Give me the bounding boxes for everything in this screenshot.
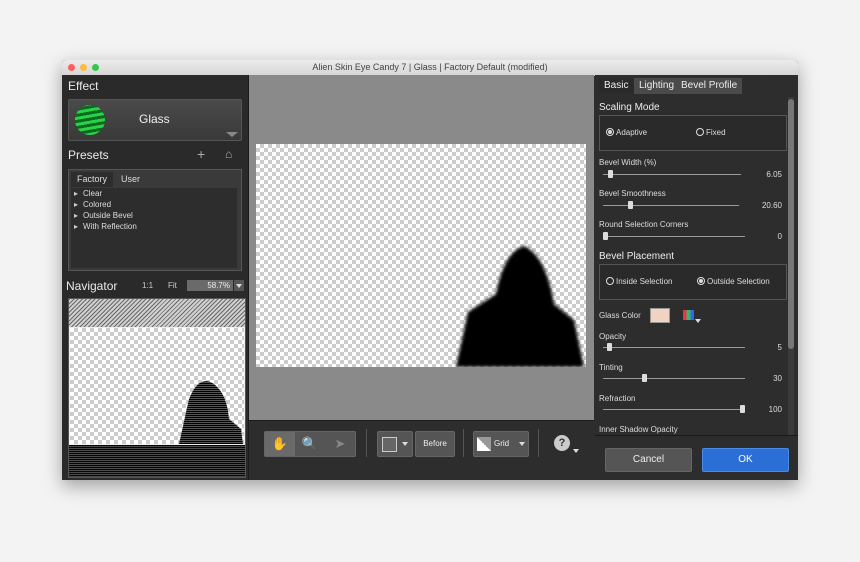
bevel-smoothness-thumb[interactable] (628, 201, 633, 209)
dialog-buttons: Cancel OK (595, 435, 798, 480)
preset-item-colored[interactable]: Colored (71, 199, 237, 210)
cancel-button[interactable]: Cancel (605, 448, 692, 472)
bevel-width-slider[interactable] (603, 170, 741, 178)
hand-tool-icon[interactable]: ✋ (265, 432, 295, 456)
tinting-slider[interactable] (603, 374, 745, 382)
bevel-smoothness-label: Bevel Smoothness (599, 189, 666, 198)
tinting-value[interactable]: 30 (773, 374, 782, 383)
bevel-placement-group: Inside Selection Outside Selection (599, 264, 787, 300)
settings-panel: Basic Lighting Bevel Profile Scaling Mod… (595, 75, 798, 480)
glass-color-label: Glass Color (599, 311, 641, 320)
arrow-tool-icon[interactable]: ➤ (325, 432, 355, 456)
effect-selector[interactable]: Glass (68, 99, 242, 141)
tool-group: ✋ 🔍 ➤ (264, 431, 356, 457)
preview-toolbar: ✋ 🔍 ➤ Before Grid ? (249, 420, 594, 480)
opacity-thumb[interactable] (607, 343, 612, 351)
left-panel: Effect Glass Presets + ⌂ Factory User Cl… (62, 75, 249, 480)
scaling-mode-group: Adaptive Fixed (599, 115, 787, 151)
toolbar-divider (463, 429, 464, 457)
preset-item-clear[interactable]: Clear (71, 188, 237, 199)
refraction-thumb[interactable] (740, 405, 745, 413)
color-picker-icon[interactable] (683, 310, 694, 320)
settings-scrollbar[interactable] (788, 97, 794, 435)
round-corners-label: Round Selection Corners (599, 220, 689, 229)
preset-list: Clear Colored Outside Bevel With Reflect… (71, 188, 237, 268)
bevel-smoothness-value[interactable]: 20.60 (762, 201, 782, 210)
grid-selector[interactable]: Grid (473, 431, 529, 457)
round-corners-thumb[interactable] (603, 232, 608, 240)
refraction-slider[interactable] (603, 405, 745, 413)
window-title: Alien Skin Eye Candy 7 | Glass | Factory… (312, 62, 548, 72)
grid-label: Grid (494, 439, 510, 448)
zoom-tool-icon[interactable]: 🔍 (295, 432, 325, 456)
grid-icon (477, 437, 491, 451)
tab-user[interactable]: User (115, 172, 147, 187)
zoom-field[interactable]: 58.7% (187, 280, 233, 291)
title-bar: Alien Skin Eye Candy 7 | Glass | Factory… (62, 60, 798, 76)
glass-effect-icon (75, 105, 105, 135)
effect-label: Glass (139, 112, 170, 126)
app-window: Alien Skin Eye Candy 7 | Glass | Factory… (62, 60, 798, 480)
add-preset-icon[interactable]: + (197, 146, 205, 162)
toolbar-divider (538, 429, 539, 457)
navigator-heading: Navigator (66, 279, 118, 293)
preview-area[interactable] (249, 75, 594, 420)
presets-panel: Factory User Clear Colored Outside Bevel… (68, 169, 242, 271)
glass-color-swatch[interactable] (650, 308, 670, 323)
preset-item-with-reflection[interactable]: With Reflection (71, 221, 237, 232)
scroll-thumb[interactable] (788, 99, 794, 349)
silhouette-shape (456, 246, 584, 367)
dropdown-arrow-icon (226, 132, 238, 137)
chevron-down-icon (519, 442, 525, 446)
radio-adaptive[interactable]: Adaptive (606, 128, 647, 137)
tinting-thumb[interactable] (642, 374, 647, 382)
navigator-header: Navigator 1:1 Fit 58.7% (62, 278, 248, 294)
effect-heading: Effect (68, 79, 99, 93)
round-corners-value[interactable]: 0 (778, 232, 782, 241)
refraction-value[interactable]: 100 (769, 405, 782, 414)
preset-item-outside-bevel[interactable]: Outside Bevel (71, 210, 237, 221)
bevel-smoothness-slider[interactable] (603, 201, 739, 209)
tab-bevel-profile[interactable]: Bevel Profile (676, 78, 743, 94)
tab-lighting[interactable]: Lighting (634, 78, 680, 94)
toolbar-divider (366, 429, 367, 457)
inner-shadow-opacity-label: Inner Shadow Opacity (599, 425, 678, 434)
tab-factory[interactable]: Factory (71, 172, 114, 187)
preview-square-icon (382, 437, 397, 452)
zoom-dropdown-icon[interactable] (234, 280, 244, 291)
tinting-label: Tinting (599, 363, 623, 372)
radio-outside-selection[interactable]: Outside Selection (697, 277, 770, 286)
navigator-preview[interactable] (68, 298, 246, 478)
home-icon[interactable]: ⌂ (225, 147, 232, 161)
preview-mode-selector[interactable] (377, 431, 413, 457)
opacity-slider[interactable] (603, 343, 745, 351)
bevel-width-label: Bevel Width (%) (599, 158, 657, 167)
bevel-width-thumb[interactable] (608, 170, 613, 178)
opacity-value[interactable]: 5 (778, 343, 782, 352)
navigator-thumbnail (69, 381, 245, 477)
chevron-down-icon[interactable] (695, 319, 701, 323)
presets-heading: Presets (68, 148, 109, 162)
bevel-placement-heading: Bevel Placement (599, 251, 675, 262)
bevel-width-value[interactable]: 6.05 (766, 170, 782, 179)
radio-fixed[interactable]: Fixed (696, 128, 726, 137)
refraction-label: Refraction (599, 394, 636, 403)
zoom-fit-button[interactable]: Fit (168, 281, 177, 290)
chevron-down-icon[interactable] (573, 449, 579, 453)
zoom-1-1-button[interactable]: 1:1 (142, 281, 153, 290)
preview-canvas[interactable] (256, 144, 586, 367)
before-button[interactable]: Before (415, 431, 455, 457)
ok-button[interactable]: OK (702, 448, 789, 472)
help-icon[interactable]: ? (554, 435, 570, 451)
chevron-down-icon (402, 442, 408, 446)
scaling-mode-heading: Scaling Mode (599, 102, 660, 113)
tab-basic[interactable]: Basic (599, 78, 634, 94)
opacity-label: Opacity (599, 332, 627, 341)
radio-inside-selection[interactable]: Inside Selection (606, 277, 672, 286)
round-corners-slider[interactable] (603, 232, 745, 240)
